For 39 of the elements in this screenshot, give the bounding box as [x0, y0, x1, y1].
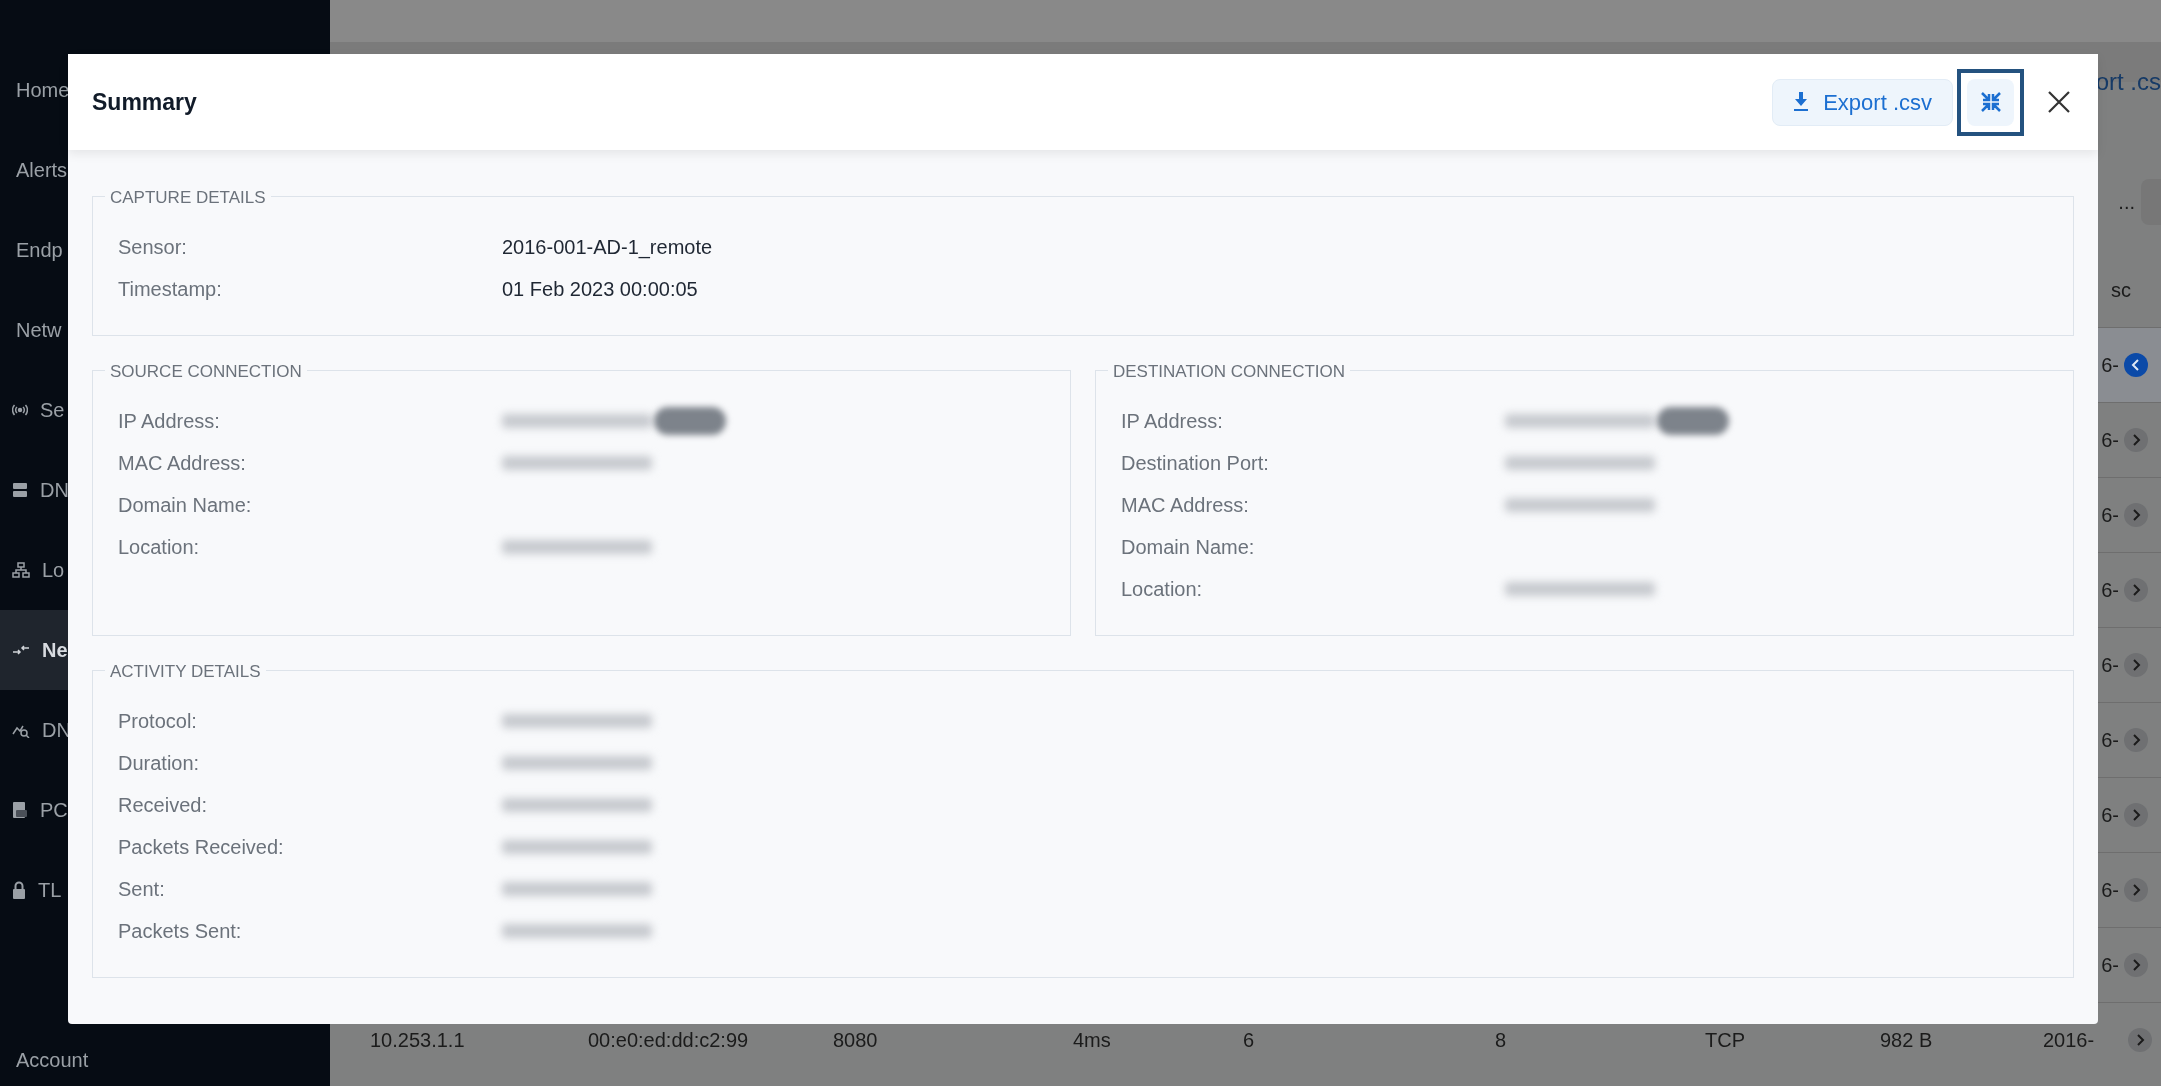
table-cell: 982 B: [1880, 1029, 1933, 1051]
field-label: Timestamp:: [118, 278, 222, 300]
field-label: Packets Sent:: [118, 920, 242, 942]
field-label: Protocol:: [118, 710, 197, 732]
table-cell: 00:e0:ed:dd:c2:99: [588, 1029, 749, 1051]
table-cell-text: 6-: [2101, 803, 2119, 828]
field-label: IP Address:: [118, 410, 220, 432]
table-cell-text: 6-: [2101, 503, 2119, 528]
table-cell-text: 6-: [2101, 728, 2119, 753]
table-cell-text: 6-: [2101, 653, 2119, 678]
table-cell: 8: [1495, 1029, 1507, 1051]
field-label: MAC Address:: [118, 452, 246, 474]
field-label: Destination Port:: [1121, 452, 1269, 474]
field-value: 2016-001-AD-1_remote: [502, 235, 713, 261]
field-label: Location:: [1121, 578, 1203, 600]
field-label: Received:: [118, 794, 207, 816]
table-cell-text: 6-: [2101, 353, 2119, 378]
field-label: Location:: [118, 536, 200, 558]
table-cell-text: 6-: [2101, 953, 2119, 978]
field-label: IP Address:: [1121, 410, 1223, 432]
column-header: sc: [2111, 277, 2131, 303]
field-label: Sent:: [118, 878, 165, 900]
table-cell-text: 6-: [2101, 878, 2119, 903]
table-cell-text: 6-: [2101, 428, 2119, 453]
table-cell: TCP: [1705, 1029, 1745, 1051]
table-cell: 8080: [833, 1029, 878, 1051]
table-cell: 10.253.1.1: [370, 1029, 465, 1051]
table-cell: 6: [1243, 1029, 1255, 1051]
field-label: Domain Name:: [1121, 536, 1255, 558]
dialog-title: Summary: [92, 87, 198, 117]
table-cell: 4ms: [1073, 1029, 1111, 1051]
field-label: Packets Received:: [118, 836, 284, 858]
table-cell: 2016-: [2043, 1029, 2095, 1051]
table-cell-text: 6-: [2101, 578, 2119, 603]
field-label: Domain Name:: [118, 494, 252, 516]
field-value: 01 Feb 2023 00:00:05: [502, 277, 698, 302]
field-label: MAC Address:: [1121, 494, 1249, 516]
field-label: Sensor:: [118, 236, 187, 258]
field-label: Duration:: [118, 752, 200, 774]
